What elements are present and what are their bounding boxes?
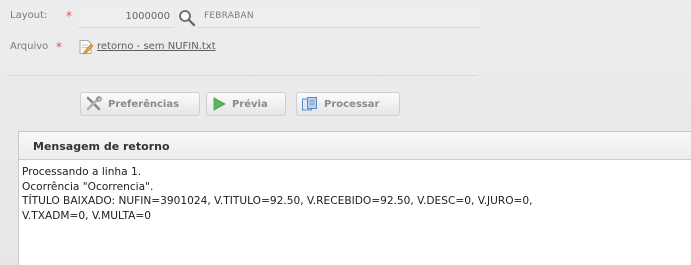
return-message-text[interactable]: Processando a linha 1. Ocorrência "Ocorr… bbox=[19, 160, 691, 265]
arquivo-label: Arquivo bbox=[10, 41, 49, 52]
process-icon bbox=[302, 97, 317, 111]
return-message-title: Mensagem de retorno bbox=[19, 132, 691, 160]
arquivo-required-mark: * bbox=[56, 40, 62, 54]
form-divider bbox=[8, 75, 478, 76]
layout-required-mark: * bbox=[66, 9, 72, 23]
file-edit-icon[interactable] bbox=[78, 39, 94, 55]
play-icon bbox=[213, 97, 226, 111]
preview-label: Prévia bbox=[232, 98, 268, 110]
message-line: Ocorrência "Ocorrencia". bbox=[22, 180, 154, 193]
preferences-button[interactable]: Preferências bbox=[80, 92, 200, 116]
preview-button[interactable]: Prévia bbox=[206, 92, 286, 116]
return-message-panel: Mensagem de retorno Processando a linha … bbox=[18, 131, 691, 265]
import-return-window: Layout: * 1000000 FEBRABAN Arquivo * ret… bbox=[0, 0, 691, 265]
message-line: Processando a linha 1. bbox=[22, 166, 142, 178]
preferences-label: Preferências bbox=[108, 98, 180, 110]
layout-code-field[interactable]: 1000000 bbox=[78, 8, 174, 28]
layout-code-value: 1000000 bbox=[125, 11, 170, 22]
search-icon[interactable] bbox=[178, 9, 196, 27]
arquivo-file-link[interactable]: retorno - sem NUFIN.txt bbox=[97, 41, 216, 52]
process-button[interactable]: Processar bbox=[296, 92, 400, 116]
layout-label: Layout: bbox=[10, 10, 48, 21]
message-line: V.TXADM=0, V.MULTA=0 bbox=[22, 209, 151, 222]
layout-description-field: FEBRABAN bbox=[198, 8, 480, 28]
process-label: Processar bbox=[324, 98, 380, 110]
tools-icon bbox=[86, 96, 102, 111]
message-line: TÍTULO BAIXADO: NUFIN=3901024, V.TITULO=… bbox=[22, 195, 533, 207]
layout-description-value: FEBRABAN bbox=[204, 11, 254, 21]
